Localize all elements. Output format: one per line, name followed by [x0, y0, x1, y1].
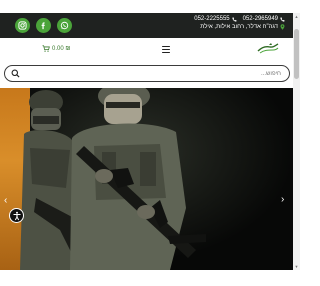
address-text: דגה"ח אדלר, רחוב אילות, אילת — [200, 24, 278, 30]
hamburger-menu-icon[interactable] — [162, 46, 170, 53]
menu-line — [162, 46, 170, 48]
phone-item[interactable]: 052-2225555 — [194, 16, 237, 22]
address: דגה"ח אדלר, רחוב אילות, אילת — [200, 24, 285, 30]
phone-number: 052-2965949 — [242, 16, 278, 22]
hero-slider: ‹ › — [0, 88, 293, 270]
phone-icon — [280, 17, 285, 22]
phone-list: 052-2225555 052-2965949 — [194, 16, 285, 22]
cart-icon — [42, 45, 50, 52]
accessibility-icon[interactable] — [9, 208, 24, 223]
slider-next-arrow[interactable]: › — [281, 195, 291, 205]
facebook-icon[interactable] — [36, 18, 51, 33]
instagram-icon[interactable] — [15, 18, 30, 33]
scroll-up-arrow[interactable]: ▲ — [294, 14, 299, 19]
search-box — [4, 65, 290, 82]
search-input[interactable] — [41, 68, 281, 79]
phone-item[interactable]: 052-2965949 — [243, 16, 285, 22]
cart-amount: 0.00 ₪ — [52, 45, 71, 52]
phone-icon — [232, 17, 237, 22]
scroll-thumb[interactable] — [294, 29, 299, 79]
slider-prev-arrow[interactable]: ‹ — [4, 196, 14, 206]
cart-link[interactable]: 0.00 ₪ — [42, 45, 70, 52]
whatsapp-icon[interactable] — [57, 18, 72, 33]
location-pin-icon — [280, 24, 285, 30]
phone-number: 052-2225555 — [194, 16, 230, 22]
scroll-down-arrow[interactable]: ▼ — [294, 264, 299, 269]
site-header: 0.00 ₪ — [0, 38, 293, 62]
menu-line — [162, 51, 170, 53]
page: 052-2225555 052-2965949 דגה"ח אדלר, רחוב… — [0, 0, 300, 286]
scrollbar[interactable]: ▲ ▼ — [293, 13, 300, 270]
logo-icon[interactable] — [257, 42, 279, 56]
search-icon[interactable] — [11, 69, 20, 78]
hero-image — [20, 88, 293, 270]
menu-line — [162, 48, 170, 51]
